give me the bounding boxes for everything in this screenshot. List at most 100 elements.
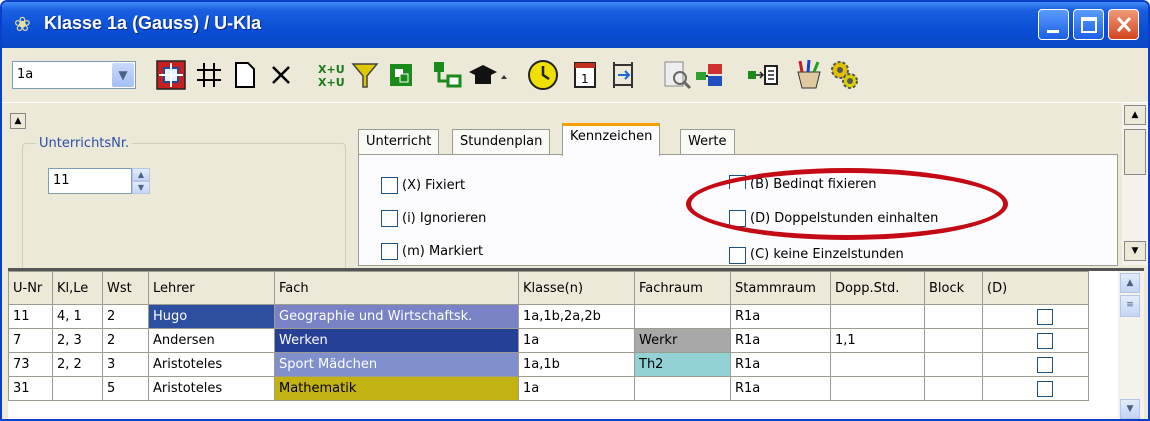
cell-fach[interactable]: Geographie und Wirtschaftsk. [274,304,519,329]
col-header[interactable]: Fachraum [634,271,731,305]
cell-fach[interactable]: Sport Mädchen [274,352,519,377]
cell-klle[interactable] [52,376,103,401]
tab-werte[interactable]: Werte [680,129,735,155]
cell-block[interactable] [924,376,983,401]
cell-unr[interactable]: 7 [8,328,53,353]
gears-icon[interactable] [828,58,862,92]
checkbox-keine-einzelstunden[interactable]: (C) keine Einzelstunden [729,247,904,265]
cell-stammraum[interactable]: R1a [730,352,831,377]
cell-dopp[interactable] [830,352,925,377]
cell-lehrer[interactable]: Andersen [148,328,275,353]
close-button[interactable] [1108,9,1139,40]
checkbox-ignorieren[interactable]: (i) Ignorieren [381,210,486,227]
maximize-button[interactable] [1073,9,1104,40]
scroll-thumb[interactable] [1124,129,1146,175]
checkbox-markiert[interactable]: (m) Markiert [381,243,483,260]
cell-klassen[interactable]: 1a [518,376,635,401]
scroll-up-icon[interactable]: ▲ [1120,273,1140,293]
swap-icon[interactable]: X+U X+U [314,58,348,92]
detail-scrollbar[interactable]: ▲ ▼ [1122,103,1148,265]
table-row[interactable]: 31 5 Aristoteles Mathematik 1a R1a [8,376,1089,401]
filter-icon[interactable] [348,58,382,92]
export-icon[interactable] [746,58,780,92]
rooms-icon[interactable] [694,58,728,92]
col-header[interactable]: Klasse(n) [518,271,635,305]
col-header[interactable]: Wst [102,271,149,305]
cell-lehrer[interactable]: Aristoteles [148,376,275,401]
checkbox-box[interactable] [729,247,746,264]
cell-fach[interactable]: Mathematik [274,376,519,401]
chevron-down-icon[interactable]: ▼ [112,63,134,87]
delete-icon[interactable] [264,58,298,92]
minimize-button[interactable] [1038,9,1069,40]
checkbox-box[interactable] [381,243,398,260]
cell-klassen[interactable]: 1a,1b [518,352,635,377]
tab-kennzeichen[interactable]: Kennzeichen [562,123,661,156]
cell-stammraum[interactable]: R1a [730,328,831,353]
cell-d[interactable] [982,376,1089,401]
cell-klle[interactable]: 2, 2 [52,352,103,377]
cell-lehrer[interactable]: Hugo [148,304,275,329]
cell-fachraum[interactable] [634,376,731,401]
cell-wst[interactable]: 2 [102,304,149,329]
table-row[interactable]: 73 2, 2 3 Aristoteles Sport Mädchen 1a,1b Th2 R… [8,352,1089,377]
tab-unterricht[interactable]: Unterricht [358,129,440,155]
cell-d[interactable] [982,304,1089,329]
link-icon[interactable] [430,58,464,92]
cell-klassen[interactable]: 1a [518,328,635,353]
split-icon[interactable] [384,58,418,92]
col-header[interactable]: Lehrer [148,271,275,305]
checkbox-fixiert[interactable]: (X) Fixiert [381,177,465,194]
cell-fachraum[interactable]: Th2 [634,352,731,377]
view-icon[interactable] [154,58,188,92]
cell-fach[interactable]: Werken [274,328,519,353]
cell-dopp[interactable]: 1,1 [830,328,925,353]
cell-wst[interactable]: 2 [102,328,149,353]
grid-icon[interactable] [192,58,226,92]
cell-d[interactable] [982,352,1089,377]
scroll-down-icon[interactable]: ▼ [1124,241,1146,261]
table-scrollbar[interactable]: ▲ ≡ ▼ [1118,271,1144,419]
table-row[interactable]: 7 2, 3 2 Andersen Werken 1a Werkr R1a 1,1 [8,328,1089,353]
unterrichtsnr-input[interactable]: 11 [48,168,132,194]
paint-icon[interactable] [792,58,826,92]
spin-up-icon[interactable]: ▲ [132,168,150,181]
col-header[interactable]: Dopp.Std. [830,271,925,305]
cell-wst[interactable]: 3 [102,352,149,377]
col-header[interactable]: (D) [982,271,1089,305]
cell-unr[interactable]: 73 [8,352,53,377]
col-header[interactable]: Fach [274,271,519,305]
clock-icon[interactable] [526,58,560,92]
cell-fachraum[interactable] [634,304,731,329]
scroll-down-icon[interactable]: ▼ [1120,399,1140,419]
cell-block[interactable] [924,352,983,377]
hat-icon[interactable] [466,58,510,92]
checkbox-box[interactable] [381,210,398,227]
cell-d[interactable] [982,328,1089,353]
tab-stundenplan[interactable]: Stundenplan [452,129,551,155]
cell-klle[interactable]: 2, 3 [52,328,103,353]
class-select[interactable]: 1a ▼ [12,61,136,89]
columns-icon[interactable] [606,58,640,92]
cell-fachraum[interactable]: Werkr [634,328,731,353]
col-header[interactable]: Stammraum [730,271,831,305]
collapse-up-button[interactable]: ▲ [10,113,26,129]
cell-klassen[interactable]: 1a,1b,2a,2b [518,304,635,329]
search-icon[interactable] [660,58,694,92]
cell-stammraum[interactable]: R1a [730,304,831,329]
new-icon[interactable] [228,58,262,92]
cell-lehrer[interactable]: Aristoteles [148,352,275,377]
cell-wst[interactable]: 5 [102,376,149,401]
col-header[interactable]: U-Nr [8,271,53,305]
row-checkbox[interactable] [1037,332,1053,349]
cell-block[interactable] [924,304,983,329]
cell-klle[interactable]: 4, 1 [52,304,103,329]
col-header[interactable]: Kl,Le [52,271,103,305]
cell-dopp[interactable] [830,304,925,329]
scroll-thumb[interactable]: ≡ [1120,295,1140,317]
cell-dopp[interactable] [830,376,925,401]
row-checkbox[interactable] [1037,308,1053,325]
row-checkbox[interactable] [1037,380,1053,397]
row-checkbox[interactable] [1037,356,1053,373]
spin-down-icon[interactable]: ▼ [132,181,150,194]
